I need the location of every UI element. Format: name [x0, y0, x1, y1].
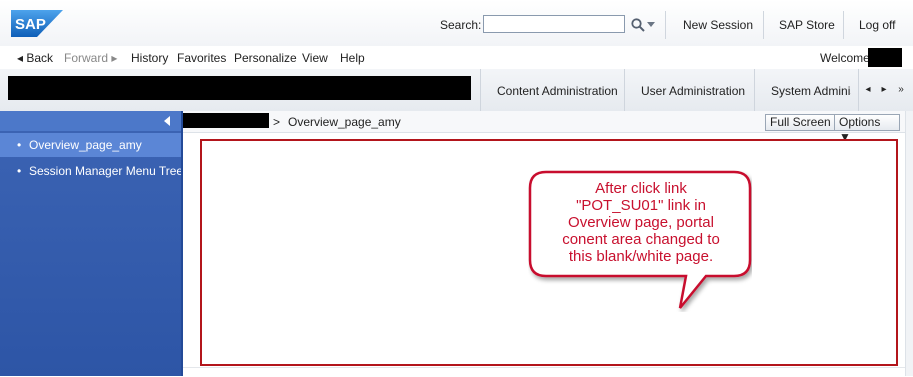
sidebar-item-session-manager-menu-tree[interactable]: • Session Manager Menu Tree ...	[0, 159, 181, 183]
sidebar-item-label: Session Manager Menu Tree ...	[29, 164, 181, 178]
navigation-bar: ◂ Back Forward ▸ History Favorites Perso…	[0, 46, 913, 70]
sap-logo[interactable]: SAP	[11, 10, 63, 37]
callout-line: Overview page, portal	[568, 214, 714, 231]
divider	[624, 69, 625, 111]
breadcrumb[interactable]: Overview_page_amy	[288, 115, 401, 129]
log-off-link[interactable]: Log off	[859, 18, 895, 32]
redacted-username	[868, 48, 902, 67]
favorites-menu[interactable]: Favorites	[177, 51, 226, 65]
divider	[480, 69, 481, 111]
divider	[754, 69, 755, 111]
sap-store-link[interactable]: SAP Store	[779, 18, 835, 32]
full-screen-button[interactable]: Full Screen	[765, 114, 836, 131]
back-button[interactable]: ◂ Back	[17, 51, 53, 65]
forward-arrow-icon: ▸	[111, 51, 118, 65]
tab-more-icon[interactable]: »	[895, 83, 907, 97]
back-label: Back	[26, 51, 54, 65]
divider	[843, 11, 844, 39]
top-header: SAP Search: New Session SAP Store Log of…	[0, 0, 913, 47]
tab-system-administration[interactable]: System Administ	[771, 84, 851, 98]
callout-line: After click link	[595, 180, 687, 197]
bullet-icon: •	[17, 138, 22, 152]
divider	[763, 11, 764, 39]
personalize-menu[interactable]: Personalize	[234, 51, 297, 65]
search-label: Search:	[440, 18, 482, 32]
options-button[interactable]: Options ▼	[834, 114, 900, 144]
welcome-label: Welcome:	[820, 51, 874, 65]
tab-scroll-left-icon[interactable]: ◂	[862, 83, 874, 97]
divider	[665, 11, 666, 39]
sidebar-item-overview-page-amy[interactable]: • Overview_page_amy	[0, 133, 181, 157]
sidebar-header	[0, 111, 181, 131]
callout-text: After click link "POT_SU01" link in Over…	[543, 180, 739, 265]
divider	[858, 69, 859, 111]
bullet-icon: •	[17, 164, 22, 178]
help-menu[interactable]: Help	[340, 51, 365, 65]
tab-scroll-right-icon[interactable]: ▸	[878, 83, 890, 97]
detailed-navigation-panel: • Overview_page_amy • Session Manager Me…	[0, 111, 183, 376]
chevron-down-icon[interactable]	[646, 19, 656, 29]
collapse-panel-icon[interactable]	[163, 116, 171, 126]
scrollbar[interactable]	[905, 111, 913, 376]
redacted-breadcrumb	[183, 113, 269, 128]
callout-line: this blank/white page.	[568, 248, 714, 265]
search-icon[interactable]	[630, 17, 646, 33]
search-input[interactable]	[483, 15, 625, 33]
redacted-tabs	[8, 76, 471, 100]
back-arrow-icon: ◂	[17, 51, 24, 65]
logo-text: SAP	[15, 16, 46, 33]
history-menu[interactable]: History	[131, 51, 168, 65]
tab-content-administration[interactable]: Content Administration	[497, 84, 618, 98]
top-level-navigation: Content Administration User Administrati…	[0, 69, 913, 112]
forward-button[interactable]: Forward ▸	[64, 51, 117, 65]
callout-line: "POT_SU01" link in	[576, 197, 706, 214]
tab-user-administration[interactable]: User Administration	[641, 84, 745, 98]
breadcrumb-separator: >	[273, 115, 281, 129]
forward-label: Forward	[64, 51, 109, 65]
view-menu[interactable]: View	[302, 51, 328, 65]
callout-line: conent area changed to	[562, 231, 720, 248]
new-session-link[interactable]: New Session	[683, 18, 753, 32]
sidebar-item-label: Overview_page_amy	[29, 138, 142, 152]
